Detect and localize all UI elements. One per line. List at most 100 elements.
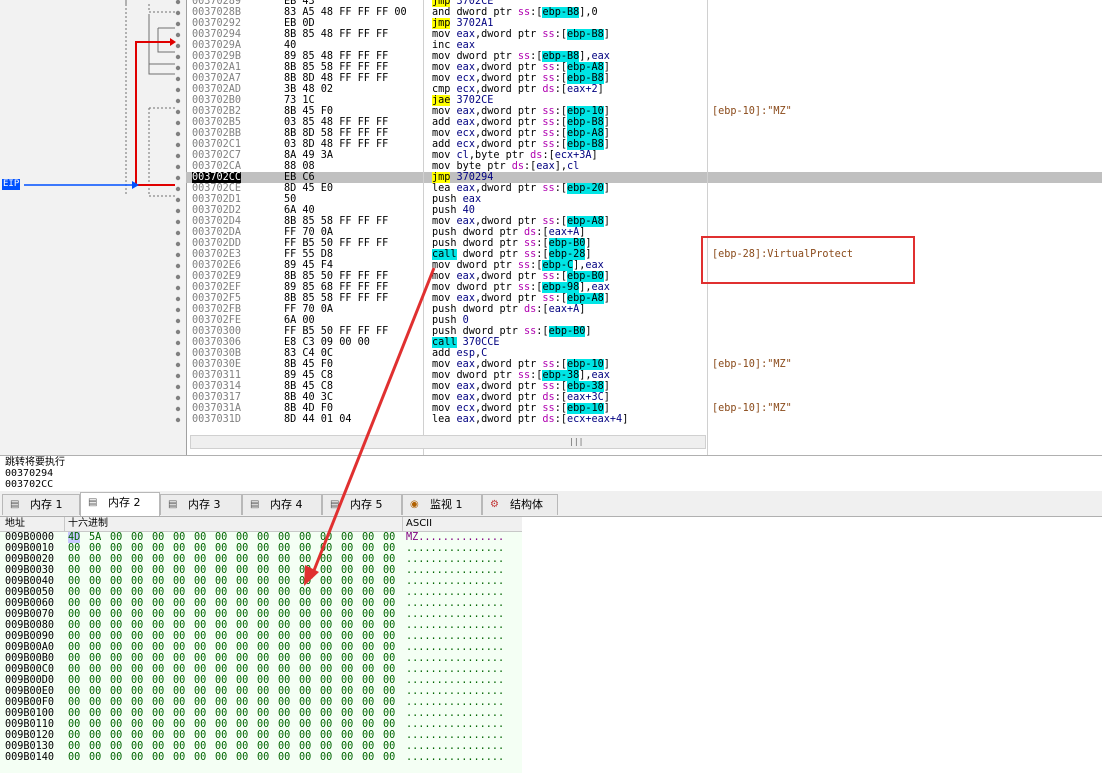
breakpoint-dot[interactable] xyxy=(175,186,181,192)
dump-row[interactable]: 009B0020 00 00 00 00 00 00 00 00 00 00 00 00 00 00 00 00… xyxy=(0,554,522,565)
tab-内存-4[interactable]: ▤ 内存 4 xyxy=(242,494,322,515)
breakpoint-dot[interactable] xyxy=(175,296,181,302)
dump-row[interactable]: 009B0140 00 00 00 00 00 00 00 00 00 00 00 00 00 00 00 00… xyxy=(0,752,522,763)
breakpoint-dot[interactable] xyxy=(175,395,181,401)
breakpoint-dot[interactable] xyxy=(175,274,181,280)
breakpoint-dot[interactable] xyxy=(175,120,181,126)
tab-内存-2[interactable]: ▤ 内存 2 xyxy=(80,492,160,516)
dump-row[interactable]: 009B00E0 00 00 00 00 00 00 00 00 00 00 00 00 00 00 00 00… xyxy=(0,686,522,697)
disasm-row[interactable]: 003702C7 8A 49 3A mov cl,byte ptr ds:[ecx+… xyxy=(186,150,1102,161)
breakpoint-dot[interactable] xyxy=(175,417,181,423)
disasm-row[interactable]: 0037030B 83 C4 0C add esp,C xyxy=(186,348,1102,359)
breakpoint-dot[interactable] xyxy=(175,307,181,313)
disasm-row[interactable]: 003702CA 88 08 mov byte ptr ds:[eax],cl xyxy=(186,161,1102,172)
breakpoint-dot[interactable] xyxy=(175,0,181,5)
disasm-row[interactable]: 003702D4 8B 85 58 FF FF FF mov eax,dword p… xyxy=(186,216,1102,227)
breakpoint-dot[interactable] xyxy=(175,142,181,148)
dump-row[interactable]: 009B0130 00 00 00 00 00 00 00 00 00 00 00 00 00 00 00 00… xyxy=(0,741,522,752)
breakpoint-dot[interactable] xyxy=(175,219,181,225)
breakpoint-dot[interactable] xyxy=(175,351,181,357)
breakpoint-dot[interactable] xyxy=(175,318,181,324)
disasm-row[interactable]: 0037031A 8B 4D F0 mov ecx,dword ptr ss:[eb… xyxy=(186,403,1102,414)
disasm-row[interactable]: 003702DA FF 70 0A push dword ptr ds:[eax+A… xyxy=(186,227,1102,238)
disasm-row[interactable]: 003702E6 89 45 F4 mov dword ptr ss:[ebp-C]… xyxy=(186,260,1102,271)
breakpoint-dot[interactable] xyxy=(175,32,181,38)
disasm-row[interactable]: 00370300 FF B5 50 FF FF FF push dword ptr … xyxy=(186,326,1102,337)
tab-内存-1[interactable]: ▤ 内存 1 xyxy=(2,494,80,515)
breakpoint-dot[interactable] xyxy=(175,406,181,412)
disasm-row[interactable]: 003702CE 8D 45 E0 lea eax,dword ptr ss:[eb… xyxy=(186,183,1102,194)
breakpoint-dot[interactable] xyxy=(175,175,181,181)
breakpoint-dot[interactable] xyxy=(175,109,181,115)
disasm-row[interactable]: 003702BB 8B 8D 58 FF FF FF mov ecx,dword p… xyxy=(186,128,1102,139)
dump-row[interactable]: 009B0100 00 00 00 00 00 00 00 00 00 00 00 00 00 00 00 00… xyxy=(0,708,522,719)
dump-row[interactable]: 009B0080 00 00 00 00 00 00 00 00 00 00 00 00 00 00 00 00… xyxy=(0,620,522,631)
disasm-row[interactable]: 00370314 8B 45 C8 mov eax,dword ptr ss:[eb… xyxy=(186,381,1102,392)
disasm-row[interactable]: 0037029B 89 85 48 FF FF FF mov dword ptr s… xyxy=(186,51,1102,62)
breakpoint-dot[interactable] xyxy=(175,197,181,203)
disasm-row[interactable]: 003702FE 6A 00 push 0 xyxy=(186,315,1102,326)
breakpoint-dot[interactable] xyxy=(175,252,181,258)
dump-row[interactable]: 009B0090 00 00 00 00 00 00 00 00 00 00 00 00 00 00 00 00… xyxy=(0,631,522,642)
disasm-row[interactable]: 00370317 8B 40 3C mov eax,dword ptr ds:[ea… xyxy=(186,392,1102,403)
disasm-row[interactable]: 00370292 EB 0D jmp 3702A1 xyxy=(186,18,1102,29)
breakpoint-dot[interactable] xyxy=(175,65,181,71)
disasm-row[interactable]: 003702D1 50 push eax xyxy=(186,194,1102,205)
disasm-row[interactable]: 003702CC EB C6 jmp 370294 xyxy=(186,172,1102,183)
breakpoint-dot[interactable] xyxy=(175,340,181,346)
disasm-row[interactable]: 00370306 E8 C3 09 00 00 call 370CCE xyxy=(186,337,1102,348)
breakpoint-dot[interactable] xyxy=(175,21,181,27)
disasm-row[interactable]: 003702AD 3B 48 02 cmp ecx,dword ptr ds:[ea… xyxy=(186,84,1102,95)
dump-row[interactable]: 009B00B0 00 00 00 00 00 00 00 00 00 00 00 00 00 00 00 00… xyxy=(0,653,522,664)
disasm-row[interactable]: 003702A7 8B 8D 48 FF FF FF mov ecx,dword p… xyxy=(186,73,1102,84)
scroll-thumb-grip[interactable]: ||| xyxy=(569,436,583,447)
breakpoint-dot[interactable] xyxy=(175,153,181,159)
dump-row[interactable]: 009B0000 4D 5A 00 00 00 00 00 00 00 00 00 00 00 00 00 00… xyxy=(0,532,522,543)
dump-row[interactable]: 009B0050 00 00 00 00 00 00 00 00 00 00 00 00 00 00 00 00… xyxy=(0,587,522,598)
disasm-row[interactable]: 003702A1 8B 85 58 FF FF FF mov eax,dword p… xyxy=(186,62,1102,73)
disasm-row[interactable]: 0037029A 40 inc eax xyxy=(186,40,1102,51)
disasm-row[interactable]: 00370294 8B 85 48 FF FF FF mov eax,dword p… xyxy=(186,29,1102,40)
disasm-row[interactable]: 003702B5 03 85 48 FF FF FF add eax,dword p… xyxy=(186,117,1102,128)
dump-row[interactable]: 009B0010 00 00 00 00 00 00 00 00 00 00 00 00 00 00 00 00… xyxy=(0,543,522,554)
horizontal-scrollbar[interactable]: ||| xyxy=(190,435,706,449)
breakpoint-dot[interactable] xyxy=(175,241,181,247)
disasm-row[interactable]: 003702E9 8B 85 50 FF FF FF mov eax,dword p… xyxy=(186,271,1102,282)
breakpoint-dot[interactable] xyxy=(175,285,181,291)
disasm-row[interactable]: 003702FB FF 70 0A push dword ptr ds:[eax+A… xyxy=(186,304,1102,315)
tab-内存-3[interactable]: ▤ 内存 3 xyxy=(160,494,242,515)
tab-结构体[interactable]: ⚙ 结构体 xyxy=(482,494,558,515)
disasm-row[interactable]: 003702D2 6A 40 push 40 xyxy=(186,205,1102,216)
disasm-row[interactable]: 003702F5 8B 85 58 FF FF FF mov eax,dword p… xyxy=(186,293,1102,304)
breakpoint-dot[interactable] xyxy=(175,10,181,16)
breakpoint-dot[interactable] xyxy=(175,362,181,368)
tab-内存-5[interactable]: ▤ 内存 5 xyxy=(322,494,402,515)
breakpoint-dot[interactable] xyxy=(175,373,181,379)
breakpoint-dot[interactable] xyxy=(175,208,181,214)
dump-row[interactable]: 009B0060 00 00 00 00 00 00 00 00 00 00 00 00 00 00 00 00… xyxy=(0,598,522,609)
breakpoint-dot[interactable] xyxy=(175,263,181,269)
breakpoint-dot[interactable] xyxy=(175,384,181,390)
dump-row[interactable]: 009B0070 00 00 00 00 00 00 00 00 00 00 00 00 00 00 00 00… xyxy=(0,609,522,620)
breakpoint-dot[interactable] xyxy=(175,98,181,104)
disasm-row[interactable]: 00370289 EB 43 jmp 3702CE xyxy=(186,0,1102,7)
dump-row[interactable]: 009B0040 00 00 00 00 00 00 00 00 00 00 00 00 00 00 00 00… xyxy=(0,576,522,587)
breakpoint-dot[interactable] xyxy=(175,76,181,82)
dump-row[interactable]: 009B0120 00 00 00 00 00 00 00 00 00 00 00 00 00 00 00 00… xyxy=(0,730,522,741)
dump-row[interactable]: 009B00A0 00 00 00 00 00 00 00 00 00 00 00 00 00 00 00 00… xyxy=(0,642,522,653)
disasm-row[interactable]: 003702E3 FF 55 D8 call dword ptr ss:[ebp-2… xyxy=(186,249,1102,260)
dump-row[interactable]: 009B00C0 00 00 00 00 00 00 00 00 00 00 00 00 00 00 00 00… xyxy=(0,664,522,675)
breakpoint-dot[interactable] xyxy=(175,329,181,335)
breakpoint-dot[interactable] xyxy=(175,54,181,60)
disasm-row[interactable]: 0037030E 8B 45 F0 mov eax,dword ptr ss:[eb… xyxy=(186,359,1102,370)
disasm-row[interactable]: 003702DD FF B5 50 FF FF FF push dword ptr … xyxy=(186,238,1102,249)
dump-row[interactable]: 009B00D0 00 00 00 00 00 00 00 00 00 00 00 00 00 00 00 00… xyxy=(0,675,522,686)
disasm-row[interactable]: 003702C1 03 8D 48 FF FF FF add ecx,dword p… xyxy=(186,139,1102,150)
disasm-row[interactable]: 003702B2 8B 45 F0 mov eax,dword ptr ss:[eb… xyxy=(186,106,1102,117)
disasm-row[interactable]: 003702B0 73 1C jae 3702CE xyxy=(186,95,1102,106)
disasm-row[interactable]: 0037031D 8D 44 01 04 lea eax,dword ptr ds:… xyxy=(186,414,1102,425)
breakpoint-dot[interactable] xyxy=(175,131,181,137)
breakpoint-dot[interactable] xyxy=(175,230,181,236)
breakpoint-dot[interactable] xyxy=(175,87,181,93)
tab-监视-1[interactable]: ◉ 监视 1 xyxy=(402,494,482,515)
